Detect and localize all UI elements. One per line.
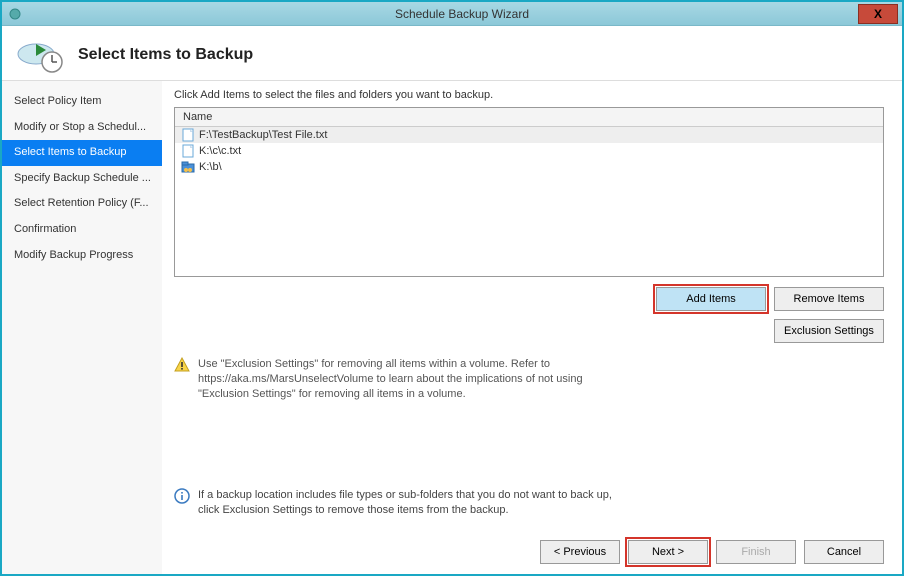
list-item-path: K:\c\c.txt xyxy=(199,145,241,157)
wizard-steps-sidebar: Select Policy Item Modify or Stop a Sche… xyxy=(2,81,162,574)
warning-note: Use "Exclusion Settings" for removing al… xyxy=(174,357,884,402)
finish-button: Finish xyxy=(716,540,796,564)
exclusion-settings-button[interactable]: Exclusion Settings xyxy=(774,319,884,343)
titlebar: Schedule Backup Wizard X xyxy=(2,2,902,26)
sidebar-item-confirmation[interactable]: Confirmation xyxy=(2,217,162,243)
sidebar-item-select-policy[interactable]: Select Policy Item xyxy=(2,89,162,115)
file-icon xyxy=(181,128,195,142)
remove-items-button[interactable]: Remove Items xyxy=(774,287,884,311)
next-button[interactable]: Next > xyxy=(628,540,708,564)
wizard-body: Select Policy Item Modify or Stop a Sche… xyxy=(2,81,902,574)
backup-items-list[interactable]: Name F:\TestBackup\Test File.txt K:\c\c.… xyxy=(174,107,884,277)
close-button[interactable]: X xyxy=(858,4,898,24)
page-title: Select Items to Backup xyxy=(78,46,253,64)
wizard-nav-buttons: < Previous Next > Finish Cancel xyxy=(174,532,884,564)
list-item[interactable]: K:\c\c.txt xyxy=(175,143,883,159)
wizard-main-panel: Click Add Items to select the files and … xyxy=(162,81,902,574)
sidebar-item-select-items[interactable]: Select Items to Backup xyxy=(2,140,162,166)
warning-icon xyxy=(174,357,190,373)
exclusion-row: Exclusion Settings xyxy=(174,319,884,343)
warning-text: Use "Exclusion Settings" for removing al… xyxy=(198,357,628,402)
close-icon: X xyxy=(874,7,882,21)
cancel-button[interactable]: Cancel xyxy=(804,540,884,564)
add-items-button[interactable]: Add Items xyxy=(656,287,766,311)
window-title: Schedule Backup Wizard xyxy=(22,7,902,21)
sidebar-item-specify-schedule[interactable]: Specify Backup Schedule ... xyxy=(2,166,162,192)
file-icon xyxy=(181,144,195,158)
sidebar-item-modify-stop[interactable]: Modify or Stop a Schedul... xyxy=(2,115,162,141)
wizard-window: Schedule Backup Wizard X Select Items to… xyxy=(0,0,904,576)
wizard-header: Select Items to Backup xyxy=(2,26,902,81)
list-body: F:\TestBackup\Test File.txt K:\c\c.txt K… xyxy=(175,127,883,276)
list-item-path: K:\b\ xyxy=(199,161,222,173)
sidebar-item-retention-policy[interactable]: Select Retention Policy (F... xyxy=(2,191,162,217)
info-text: If a backup location includes file types… xyxy=(198,488,628,518)
list-item-path: F:\TestBackup\Test File.txt xyxy=(199,129,327,141)
list-item[interactable]: K:\b\ xyxy=(175,159,883,175)
list-item[interactable]: F:\TestBackup\Test File.txt xyxy=(175,127,883,143)
instruction-text: Click Add Items to select the files and … xyxy=(174,89,884,101)
previous-button[interactable]: < Previous xyxy=(540,540,620,564)
backup-wizard-icon xyxy=(16,36,66,74)
list-column-header-name[interactable]: Name xyxy=(175,108,883,127)
info-note: If a backup location includes file types… xyxy=(174,488,884,518)
info-icon xyxy=(174,488,190,504)
folder-group-icon xyxy=(181,160,195,174)
list-buttons-row: Add Items Remove Items xyxy=(174,287,884,311)
sidebar-item-modify-progress[interactable]: Modify Backup Progress xyxy=(2,243,162,269)
app-icon xyxy=(8,7,22,21)
